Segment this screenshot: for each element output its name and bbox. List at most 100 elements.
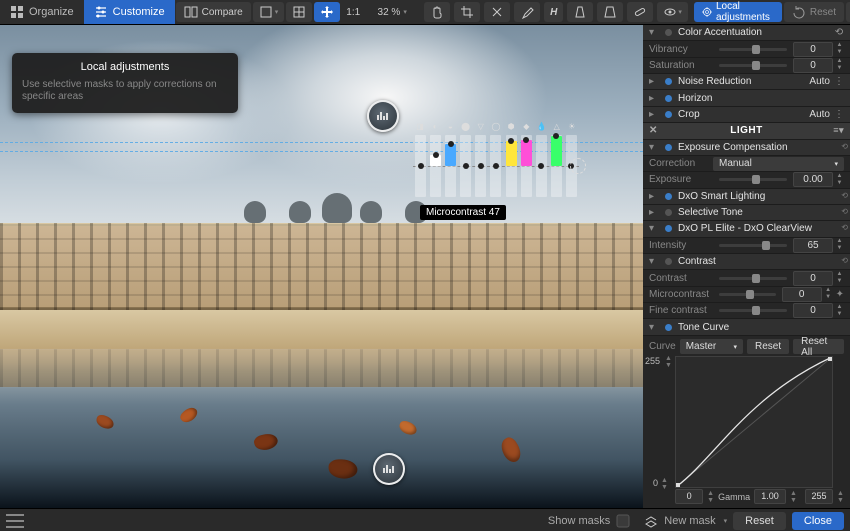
hand-tool[interactable] (424, 2, 450, 22)
persp-icon (573, 5, 587, 19)
keystone-icon (603, 5, 617, 19)
hand-icon (430, 5, 444, 19)
curve-reset-button[interactable]: Reset (747, 339, 789, 354)
layout-single-button[interactable]: ▾ (253, 2, 285, 22)
slider-fine-contrast[interactable]: Fine contrast0▲▼ (643, 303, 850, 319)
reset-button-bottom[interactable]: Reset (733, 512, 786, 530)
equalizer-panel[interactable]: ◨ ◐ ◒ ⬤ ▽ ◯ ⬢ ◆ 💧 △ ☀ Microcontrast 47 (415, 121, 577, 217)
local-adjustments-button[interactable]: Local adjustments (694, 2, 782, 22)
slider-intensity[interactable]: Intensity65▲▼ (643, 238, 850, 254)
eq-ic-hue: ◯ (491, 121, 501, 131)
close-button[interactable]: Close (792, 512, 844, 530)
hdr-horizon[interactable]: ▸Horizon (643, 90, 850, 106)
hdr-contrast[interactable]: ▾Contrast⟲ (643, 254, 850, 270)
stepper-y0[interactable]: ▲▼ (661, 477, 668, 491)
curve-x-min[interactable]: 0 (675, 489, 703, 504)
eq-sliders[interactable] (415, 135, 577, 197)
tool-group: H ▾ (423, 2, 689, 22)
crop-tool[interactable] (454, 2, 480, 22)
photo-reflection (0, 349, 643, 508)
mask-stack-icon[interactable] (644, 514, 658, 528)
correction-select[interactable]: Manual▾ (713, 157, 844, 171)
customize-tab[interactable]: Customize (84, 0, 175, 24)
curve-x-max[interactable]: 255 (805, 489, 833, 504)
curve-y-min: 0 (653, 478, 658, 488)
curve-channel-select[interactable]: Master▾ (680, 339, 743, 354)
wand-icon[interactable]: ✦ (836, 289, 844, 300)
mask-handle-icon[interactable] (570, 158, 586, 174)
keystone-tool[interactable] (597, 2, 623, 22)
hdr-clearview[interactable]: ▾DxO PL Elite - DxO ClearView⟲ (643, 221, 850, 237)
tone-curve-graph[interactable] (675, 356, 833, 488)
pipette-icon (520, 5, 534, 19)
rotate-icon (490, 5, 504, 19)
photo-building (0, 223, 643, 310)
eq-value-badge: Microcontrast 47 (420, 205, 506, 220)
row-correction[interactable]: CorrectionManual▾ (643, 156, 850, 172)
hdr-smart-lighting[interactable]: ▸DxO Smart Lighting⟲ (643, 189, 850, 205)
reset-button-top[interactable]: Reset (784, 2, 844, 22)
la-label: Local adjustments (716, 1, 774, 23)
equalizer-icon (376, 109, 390, 123)
photo-ground (0, 310, 643, 349)
equalizer-icon (382, 462, 396, 476)
slider-exposure[interactable]: Exposure0.00▲▼ (643, 172, 850, 188)
gamma-label: Gamma (718, 492, 750, 502)
crop-icon (460, 5, 474, 19)
wb-tool[interactable] (514, 2, 540, 22)
new-mask-button[interactable]: New mask (664, 515, 715, 527)
curve-reset-all-button[interactable]: Reset All (793, 339, 844, 354)
eq-ic-contrast: ◐ (430, 121, 440, 131)
eq-ic-sat: ⬢ (506, 121, 516, 131)
rotate-tool[interactable] (484, 2, 510, 22)
bottom-bar: Show masks New mask ▾ Reset Close (0, 508, 850, 531)
bandaid-icon (633, 5, 647, 19)
curve-label: Curve (649, 341, 676, 352)
right-panel: ▾Color Accentuation⟲ Vibrancy0▲▼ Saturat… (643, 25, 850, 508)
eq-ic-vib: ◆ (521, 121, 531, 131)
close-section-icon[interactable]: ✕ (649, 125, 658, 136)
curve-y-max: 255 (645, 356, 660, 366)
redeye-tool[interactable]: ▾ (657, 2, 688, 22)
checkbox-icon[interactable] (616, 514, 630, 528)
presets-button[interactable]: Presets (846, 2, 850, 22)
eq-ic-clearview: ⬤ (461, 121, 471, 131)
filmstrip-toggle[interactable] (6, 514, 24, 528)
stepper[interactable]: ▲▼ (835, 42, 844, 56)
image-viewer[interactable]: Local adjustments Use selective masks to… (0, 25, 643, 508)
control-knob-bottom[interactable] (373, 453, 405, 485)
undo-icon (792, 5, 806, 19)
horizon-tool[interactable]: H (544, 2, 563, 22)
slider-contrast[interactable]: Contrast0▲▼ (643, 270, 850, 286)
slider-vibrancy[interactable]: Vibrancy0▲▼ (643, 41, 850, 57)
section-menu-icon[interactable]: ≡▾ (833, 125, 844, 136)
hdr-exposure-comp[interactable]: ▾Exposure Compensation⟲ (643, 140, 850, 156)
organize-tab[interactable]: Organize (0, 0, 84, 24)
hdr-selective-tone[interactable]: ▸Selective Tone⟲ (643, 205, 850, 221)
compare-button[interactable]: Compare (176, 2, 251, 22)
repair-tool[interactable] (627, 2, 653, 22)
slider-microcontrast[interactable]: Microcontrast0▲▼✦ (643, 287, 850, 303)
control-knob-top[interactable] (367, 100, 399, 132)
curve-svg (676, 357, 832, 487)
fit-1to1[interactable]: 1:1 (342, 2, 364, 22)
move-tool[interactable] (314, 2, 340, 22)
slider-saturation[interactable]: Saturation0▲▼ (643, 58, 850, 74)
sliders-icon (94, 5, 108, 19)
customize-label: Customize (113, 6, 165, 18)
zoom-percent[interactable]: 32 %▾ (366, 2, 418, 22)
stepper-y[interactable]: ▲▼ (665, 355, 672, 369)
hdr-tone-curve[interactable]: ▾Tone Curve (643, 319, 850, 335)
reset-top-label: Reset (810, 7, 836, 18)
hdr-noise-reduction[interactable]: ▸Noise ReductionAuto⋮ (643, 74, 850, 90)
section-light[interactable]: ✕LIGHT≡▾ (643, 123, 850, 139)
layout-grid-button[interactable] (286, 2, 312, 22)
eq-ic-warmth: ☀ (567, 121, 577, 131)
perspective-tool[interactable] (567, 2, 593, 22)
move-icon (320, 5, 334, 19)
gamma-value[interactable]: 1.00 (754, 489, 786, 504)
hdr-color-accentuation[interactable]: ▾Color Accentuation⟲ (643, 25, 850, 41)
eq-ic-exposure: ◨ (415, 121, 425, 131)
hdr-crop[interactable]: ▸CropAuto⋮ (643, 107, 850, 123)
tooltip-local-adjustments: Local adjustments Use selective masks to… (12, 53, 238, 113)
